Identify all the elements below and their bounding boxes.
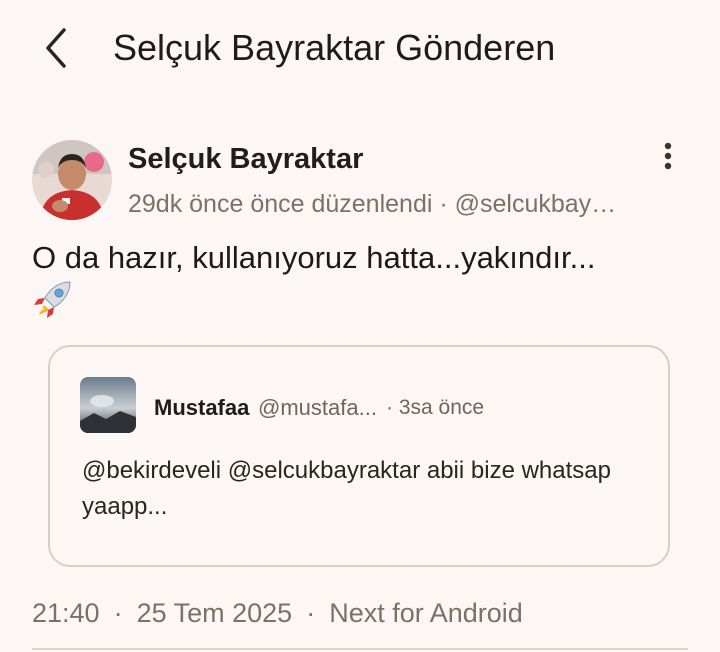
more-vertical-icon: [664, 142, 672, 170]
back-button[interactable]: [32, 24, 80, 72]
divider: [32, 648, 688, 650]
more-options-button[interactable]: [650, 138, 686, 174]
quoted-author-handle: @mustafa...: [258, 395, 377, 420]
quoted-author-name: Mustafaa: [154, 395, 250, 420]
rocket-emoji: [32, 278, 76, 322]
avatar-photo: [80, 377, 136, 433]
post-footer-meta: 21:40 · 25 Tem 2025 · Next for Android: [32, 597, 523, 629]
post-time: 21:40: [32, 598, 100, 628]
arrow-left-icon: [46, 28, 66, 68]
quoted-post-time: · 3sa önce: [386, 396, 485, 419]
post-client[interactable]: Next for Android: [329, 598, 523, 628]
post-text: O da hazır, kullanıyoruz hatta...yakındı…: [32, 240, 596, 275]
quoted-post-card[interactable]: Mustafaa @mustafa... · 3sa önce @bekirde…: [48, 345, 670, 567]
quoted-post-text: @bekirdeveli @selcukbayraktar abii bize …: [82, 457, 611, 520]
separator-dot: ·: [113, 598, 123, 628]
separator-dot: ·: [306, 598, 316, 628]
author-name[interactable]: Selçuk Bayraktar: [128, 143, 363, 175]
rocket-icon: [34, 281, 71, 318]
quoted-author-avatar[interactable]: [80, 377, 136, 433]
post-date: 25 Tem 2025: [136, 598, 293, 628]
post-meta: 29dk önce önce düzenlendi · @selcukbayra…: [128, 190, 618, 218]
page-title: Selçuk Bayraktar Gönderen: [113, 27, 556, 68]
author-avatar[interactable]: [32, 140, 112, 220]
avatar-photo: [32, 140, 112, 220]
app-header: Selçuk Bayraktar Gönderen: [0, 0, 720, 96]
